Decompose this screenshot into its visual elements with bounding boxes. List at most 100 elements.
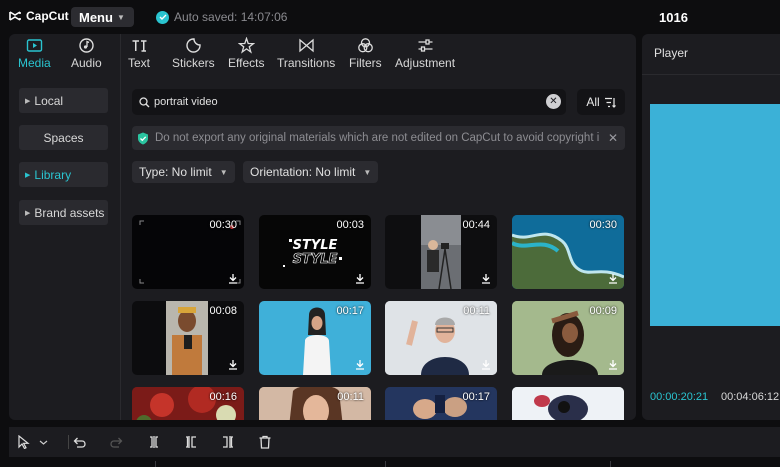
chevron-down-icon: ▼ bbox=[363, 167, 372, 177]
audio-icon bbox=[79, 38, 94, 53]
split-left-icon[interactable] bbox=[184, 435, 198, 449]
autosave-status: Auto saved: 14:07:06 bbox=[156, 10, 287, 24]
sidebar-item-brand-assets[interactable]: ▶ Brand assets bbox=[19, 200, 108, 225]
tab-audio[interactable]: Audio bbox=[71, 37, 102, 70]
download-icon[interactable] bbox=[608, 359, 618, 370]
autosave-text: Auto saved: 14:07:06 bbox=[174, 10, 288, 24]
menu-button[interactable]: Menu ▼ bbox=[71, 7, 134, 27]
download-icon[interactable] bbox=[608, 273, 618, 284]
media-tile[interactable]: 00:17 bbox=[259, 301, 371, 375]
tab-media[interactable]: Media bbox=[18, 37, 51, 70]
close-icon[interactable]: ✕ bbox=[608, 131, 618, 145]
media-tile[interactable]: 00:16 bbox=[132, 387, 244, 420]
duration-label: 00:11 bbox=[463, 305, 490, 317]
tab-effects[interactable]: Effects bbox=[228, 37, 264, 70]
search-input[interactable]: portrait video bbox=[154, 96, 218, 108]
timeline-ruler[interactable] bbox=[0, 457, 780, 467]
sidebar-item-local[interactable]: ▶ Local bbox=[19, 88, 108, 113]
delete-icon[interactable] bbox=[258, 435, 272, 449]
tab-text[interactable]: Text bbox=[128, 37, 150, 70]
style-text-outline: STYLE bbox=[293, 252, 338, 267]
filter-all-label: All bbox=[586, 95, 600, 109]
effects-icon bbox=[237, 37, 255, 54]
download-icon[interactable] bbox=[228, 359, 238, 370]
media-tile[interactable] bbox=[512, 387, 624, 420]
tab-label: Filters bbox=[349, 56, 382, 70]
sidebar-item-label: Spaces bbox=[43, 130, 84, 145]
split-icon[interactable] bbox=[147, 435, 161, 449]
media-tile[interactable]: 00:44 bbox=[385, 215, 497, 289]
app-logo-text: CapCut bbox=[26, 9, 69, 23]
type-filter-label: Type: No limit bbox=[139, 165, 212, 179]
duration-label: 00:30 bbox=[589, 219, 617, 231]
adjustment-icon bbox=[418, 39, 433, 52]
media-tile[interactable]: STYLE STYLE 00:03 bbox=[259, 215, 371, 289]
copyright-notice: Do not export any original materials whi… bbox=[132, 126, 625, 150]
tab-adjustment[interactable]: Adjustment bbox=[395, 37, 455, 70]
ruler-tick bbox=[385, 461, 386, 467]
media-tile[interactable]: 00:08 bbox=[132, 301, 244, 375]
caret-right-icon: ▶ bbox=[25, 171, 31, 179]
app-logo: CapCut bbox=[8, 9, 69, 23]
player-panel: Player 00:00:20:21 00:04:06:12 bbox=[642, 34, 780, 420]
download-icon[interactable] bbox=[228, 273, 238, 284]
sidebar-item-label: Library bbox=[34, 167, 72, 182]
duration-label: 00:30 bbox=[209, 219, 237, 231]
media-tile[interactable]: 00:30 bbox=[512, 215, 624, 289]
filter-all-button[interactable]: All bbox=[577, 89, 625, 115]
media-tile[interactable]: 00:17 bbox=[385, 387, 497, 420]
download-icon[interactable] bbox=[481, 273, 491, 284]
duration-label: 00:17 bbox=[336, 305, 364, 317]
ruler-tick bbox=[610, 461, 611, 467]
player-preview[interactable] bbox=[650, 104, 780, 326]
total-timecode: 00:04:06:12 bbox=[721, 391, 780, 403]
media-panel: Media Audio Text Stickers Effects Transi… bbox=[9, 34, 636, 420]
type-filter-dropdown[interactable]: Type: No limit ▼ bbox=[132, 161, 235, 183]
tab-label: Audio bbox=[71, 56, 102, 70]
toolbar-separator bbox=[68, 435, 69, 449]
sidebar-item-spaces[interactable]: Spaces bbox=[19, 125, 108, 150]
split-right-icon[interactable] bbox=[221, 435, 235, 449]
player-divider bbox=[642, 74, 780, 75]
tab-filters[interactable]: Filters bbox=[349, 37, 382, 70]
tab-bar: Media Audio Text Stickers Effects Transi… bbox=[9, 34, 636, 74]
clear-search-icon[interactable]: ✕ bbox=[546, 94, 561, 109]
orientation-filter-dropdown[interactable]: Orientation: No limit ▼ bbox=[243, 161, 379, 183]
media-tile[interactable]: 00:11 bbox=[385, 301, 497, 375]
ruler-tick bbox=[155, 461, 156, 467]
tab-label: Effects bbox=[228, 56, 265, 70]
duration-label: 00:17 bbox=[462, 391, 490, 403]
caret-right-icon: ▶ bbox=[25, 209, 31, 217]
download-icon[interactable] bbox=[481, 359, 491, 370]
media-tile[interactable]: 00:30 bbox=[132, 215, 244, 289]
download-icon[interactable] bbox=[355, 359, 365, 370]
media-tile[interactable]: 00:09 bbox=[512, 301, 624, 375]
thumbnail bbox=[512, 387, 624, 420]
filters-icon bbox=[357, 38, 373, 53]
duration-label: 00:08 bbox=[209, 305, 237, 317]
tab-label: Transitions bbox=[277, 56, 336, 70]
project-title[interactable]: 1016 bbox=[659, 10, 688, 25]
media-sidebar: ▶ Local Spaces ▶ Library ▶ Brand assets bbox=[9, 74, 120, 420]
download-icon[interactable] bbox=[355, 273, 365, 284]
tab-stickers[interactable]: Stickers bbox=[172, 37, 215, 70]
undo-icon[interactable] bbox=[72, 435, 86, 449]
current-timecode: 00:00:20:21 bbox=[650, 391, 709, 403]
select-icon[interactable] bbox=[17, 435, 31, 449]
text-icon bbox=[132, 40, 146, 52]
duration-label: 00:11 bbox=[337, 391, 364, 403]
search-icon bbox=[139, 96, 150, 107]
notice-text: Do not export any original materials whi… bbox=[155, 132, 600, 144]
orientation-filter-label: Orientation: No limit bbox=[250, 165, 356, 179]
search-box[interactable]: portrait video ✕ bbox=[132, 89, 566, 115]
tab-transitions[interactable]: Transitions bbox=[277, 37, 335, 70]
redo-icon bbox=[110, 437, 123, 448]
tab-label: Stickers bbox=[172, 56, 215, 70]
sidebar-item-label: Brand assets bbox=[34, 205, 105, 220]
media-tile[interactable]: 00:11 bbox=[259, 387, 371, 420]
chevron-down-icon[interactable] bbox=[39, 435, 48, 449]
transitions-icon bbox=[298, 38, 314, 53]
chevron-down-icon: ▼ bbox=[219, 167, 228, 177]
style-text-line: STYLE bbox=[293, 238, 338, 253]
sidebar-item-library[interactable]: ▶ Library bbox=[19, 162, 108, 187]
